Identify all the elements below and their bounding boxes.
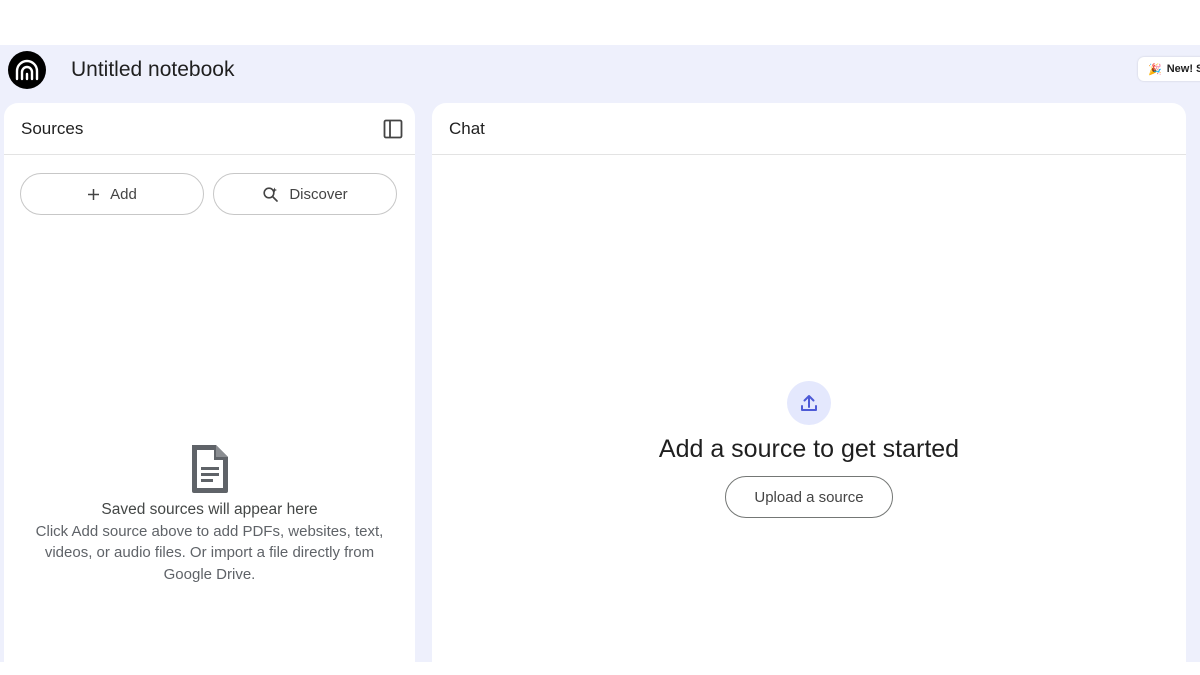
- notebook-title[interactable]: Untitled notebook: [71, 58, 234, 82]
- sources-title: Sources: [21, 118, 84, 138]
- empty-description: Click Add source above to add PDFs, webs…: [35, 522, 384, 583]
- upload-source-button[interactable]: Upload a source: [725, 476, 893, 518]
- chat-empty-heading: Add a source to get started: [658, 435, 960, 463]
- chat-header: Chat: [432, 103, 1186, 155]
- add-source-button[interactable]: Add: [20, 173, 204, 215]
- empty-heading: Saved sources will appear here: [101, 501, 318, 518]
- sources-header: Sources: [4, 103, 415, 155]
- sources-empty-state: Saved sources will appear here Click Add…: [4, 443, 415, 585]
- app-shell: Untitled notebook 🎉 New! S Sources Add D…: [0, 45, 1200, 662]
- discover-label: Discover: [289, 185, 348, 203]
- upload-icon: [787, 381, 831, 425]
- discover-sources-button[interactable]: Discover: [213, 173, 397, 215]
- document-icon: [191, 445, 228, 493]
- promo-label: New! S: [1166, 63, 1200, 75]
- add-label: Add: [110, 185, 137, 203]
- sources-panel: Sources Add Discover Saved sources will …: [4, 103, 415, 662]
- sidebar-collapse-icon[interactable]: [381, 117, 405, 141]
- top-bar: Untitled notebook 🎉 New! S: [0, 45, 1200, 103]
- party-popper-icon: 🎉: [1148, 63, 1162, 76]
- chat-empty-state: Add a source to get started Upload a sou…: [432, 381, 1186, 518]
- notebooklm-logo-icon[interactable]: [8, 51, 46, 89]
- new-feature-badge[interactable]: 🎉 New! S: [1138, 57, 1200, 81]
- sources-actions: Add Discover: [20, 173, 397, 215]
- chat-panel: Chat Add a source to get started Upload …: [432, 103, 1186, 662]
- search-sparkle-icon: [262, 186, 279, 203]
- plus-icon: [87, 188, 100, 201]
- chat-title: Chat: [449, 118, 485, 138]
